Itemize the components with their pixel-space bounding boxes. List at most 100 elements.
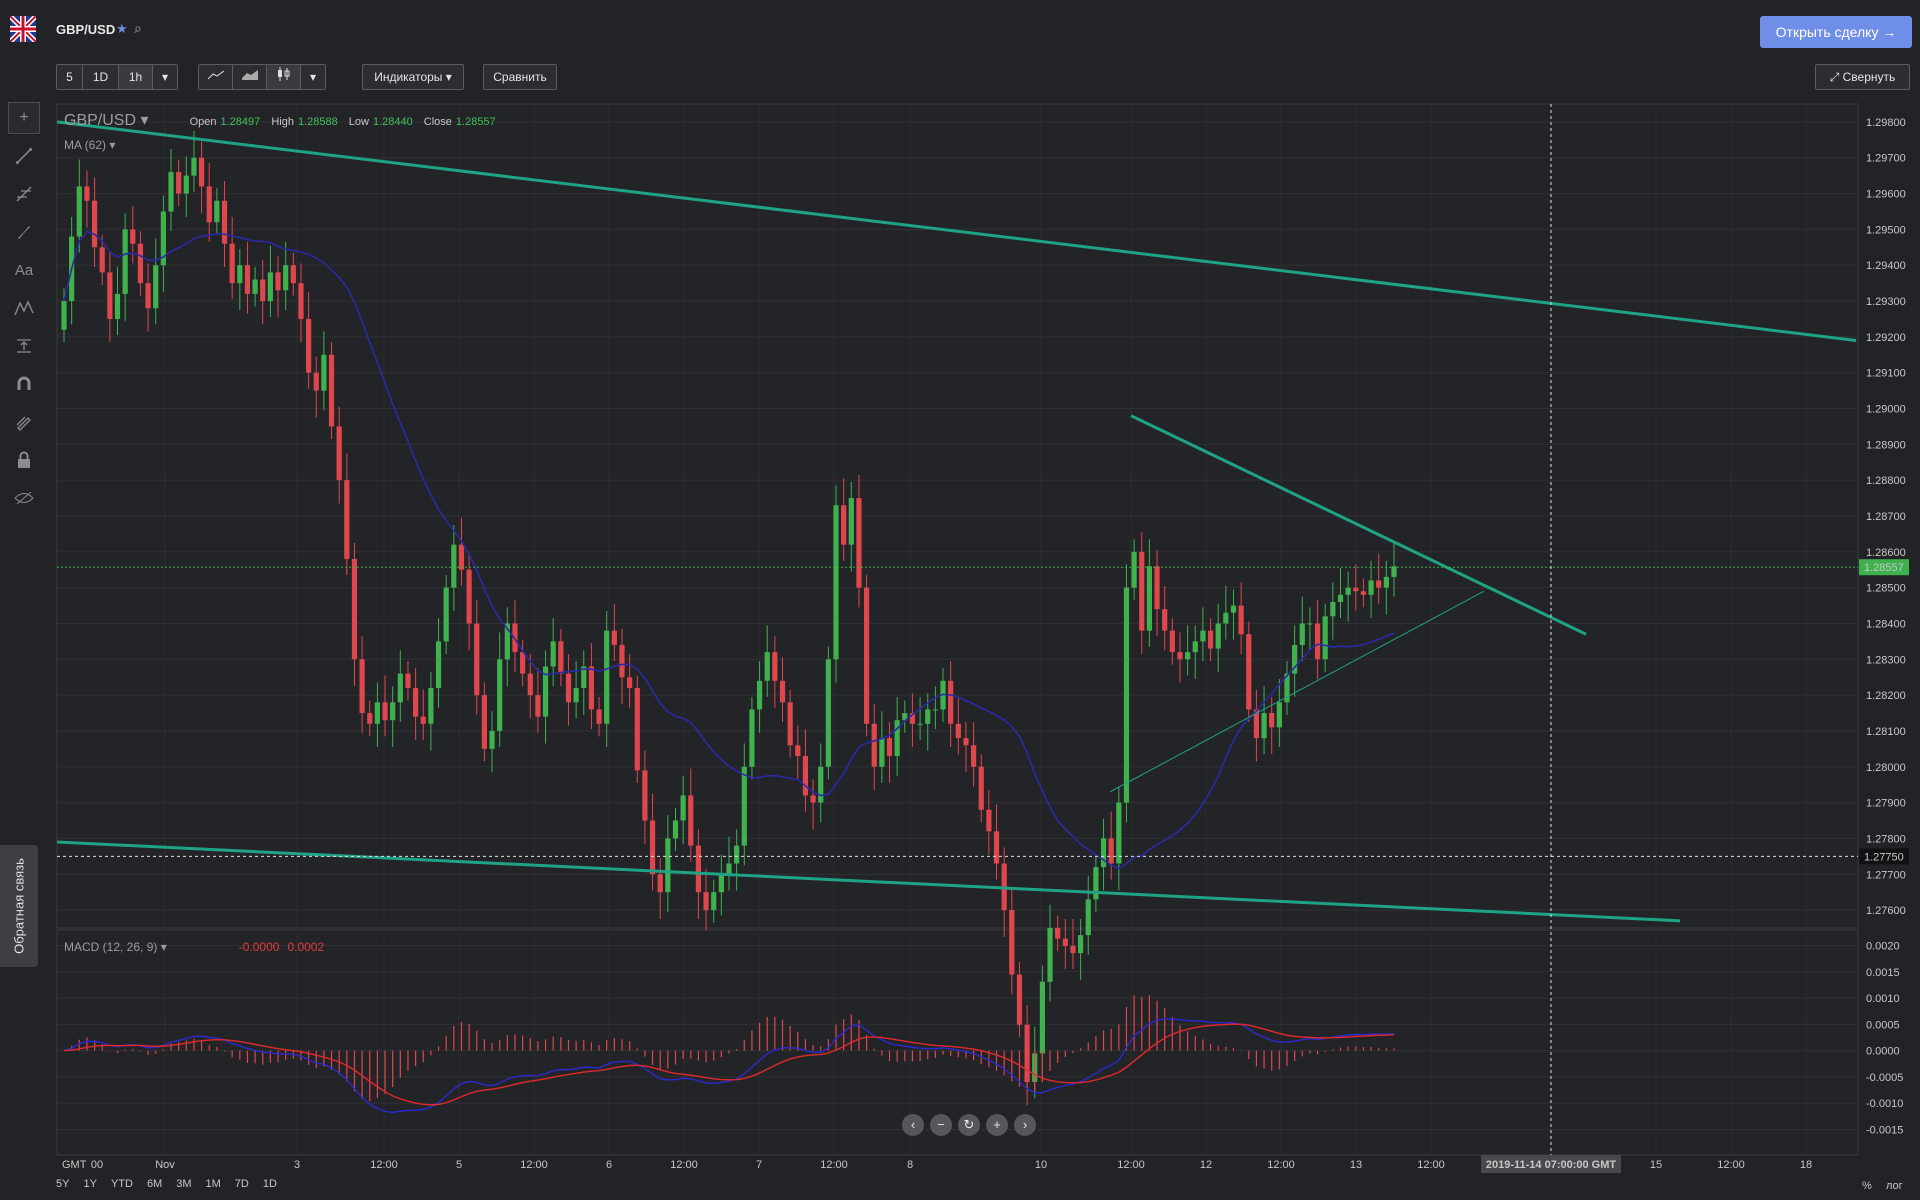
candle-body	[711, 892, 717, 911]
candle-body	[894, 720, 900, 757]
candle-body	[879, 738, 885, 767]
magnet-icon[interactable]	[8, 368, 40, 400]
legend-symbol[interactable]: GBP/USD ▾	[64, 112, 149, 129]
candle-body	[825, 659, 831, 767]
compare-button[interactable]: Сравнить	[483, 64, 557, 90]
interval-1h[interactable]: 1h	[119, 65, 153, 89]
y-tick-label: 1.28800	[1866, 475, 1906, 487]
macd-y-tick-label: 0.0005	[1866, 1019, 1900, 1031]
candle-body	[695, 845, 702, 893]
interval-dropdown[interactable]: ▾	[153, 65, 177, 89]
interval-5[interactable]: 5	[57, 65, 83, 89]
hide-drawings-icon[interactable]	[8, 482, 40, 514]
candle-body	[237, 265, 243, 284]
price-legend: GBP/USD ▾ Open 1.28497 High 1.28588 Low 1.2…	[64, 110, 496, 130]
candlestick-icon	[277, 67, 289, 81]
interval-1d[interactable]: 1D	[83, 65, 119, 89]
text-tool-icon[interactable]: Aa	[8, 254, 40, 286]
range-7d[interactable]: 7D	[235, 1178, 249, 1190]
range-1y[interactable]: 1Y	[83, 1178, 96, 1190]
candle-body	[413, 687, 419, 717]
range-ytd[interactable]: YTD	[111, 1178, 133, 1190]
candle-body	[565, 673, 572, 703]
range-5y[interactable]: 5Y	[56, 1178, 69, 1190]
high-label: High	[271, 116, 294, 128]
candle-body	[925, 709, 931, 724]
x-tick-label: 6	[606, 1159, 612, 1171]
ma-indicator-label[interactable]: MA (62) ▾	[64, 138, 115, 152]
line-chart-button[interactable]	[199, 65, 233, 89]
drawing-mode-icon[interactable]	[8, 406, 40, 438]
candle-body	[130, 229, 136, 244]
candle-body	[993, 831, 1000, 864]
candle-body	[1307, 623, 1313, 625]
chart-style-dropdown[interactable]: ▾	[301, 65, 325, 89]
candle-body	[1016, 974, 1023, 1025]
candle-body	[818, 766, 824, 803]
collapse-button[interactable]: ⤢ Свернуть	[1815, 64, 1910, 90]
log-scale-toggle[interactable]: лог	[1886, 1180, 1903, 1192]
y-tick-label: 1.27900	[1866, 798, 1906, 810]
fibonacci-tool-icon[interactable]	[8, 178, 40, 210]
measure-tool-icon[interactable]	[8, 330, 40, 362]
open-deal-button[interactable]: Открыть сделку →	[1760, 16, 1912, 48]
symbol-title[interactable]: GBP/USD	[56, 22, 115, 37]
crosshair-tool-icon[interactable]: +	[8, 102, 40, 134]
candle-body	[99, 247, 105, 273]
candle-body	[252, 279, 258, 294]
y-tick-label: 1.29000	[1866, 404, 1906, 416]
macd-y-tick-label: 0.0010	[1866, 993, 1900, 1005]
candle-body	[558, 641, 564, 674]
candle-body	[917, 723, 923, 725]
brush-tool-icon[interactable]	[8, 216, 40, 248]
candle-body	[527, 673, 533, 696]
candle-body	[1223, 612, 1229, 624]
y-tick-label: 1.28200	[1866, 690, 1906, 702]
search-icon[interactable]: ⌕	[134, 20, 142, 37]
range-3m[interactable]: 3M	[176, 1178, 191, 1190]
percent-scale-toggle[interactable]: %	[1862, 1180, 1872, 1192]
indicators-button[interactable]: Индикаторы ▾	[362, 64, 464, 90]
zoom-in-button[interactable]: +	[986, 1114, 1008, 1136]
candle-body	[1070, 945, 1076, 954]
candle-body	[1330, 601, 1336, 617]
range-1m[interactable]: 1M	[206, 1178, 221, 1190]
chart-canvas[interactable]: 1.29800 1.29700 1.29600 1.29500 1.29400 1.293…	[0, 0, 1920, 1200]
candle-body	[1383, 576, 1389, 588]
macd-indicator-label[interactable]: MACD (12, 26, 9) ▾	[64, 940, 167, 954]
range-6m[interactable]: 6M	[147, 1178, 162, 1190]
candle-body	[1353, 587, 1359, 592]
scroll-right-button[interactable]: ›	[1014, 1114, 1036, 1136]
close-label: Close	[423, 116, 452, 128]
interval-group: 5 1D 1h ▾	[56, 64, 178, 90]
x-tick-label: 18	[1800, 1159, 1812, 1171]
candle-body	[489, 730, 495, 749]
candle-body	[481, 695, 488, 749]
candle-body	[1162, 609, 1168, 631]
scroll-left-button[interactable]: ‹	[902, 1114, 924, 1136]
range-selector: 5Y 1Y YTD 6M 3M 1M 7D 1D	[56, 1178, 277, 1190]
x-tick-label: 12:00	[1417, 1159, 1445, 1171]
candle-body	[168, 172, 174, 212]
pattern-tool-icon[interactable]	[8, 292, 40, 324]
reset-button[interactable]: ↻	[958, 1114, 980, 1136]
candle-body	[244, 265, 251, 294]
lock-icon[interactable]	[8, 444, 40, 476]
macd-y-tick-label: -0.0005	[1866, 1072, 1903, 1084]
trend-line-tool-icon[interactable]	[8, 140, 40, 172]
y-tick-label: 1.28000	[1866, 762, 1906, 774]
candle-body	[367, 713, 373, 724]
candle-body	[351, 558, 358, 660]
favorite-star-icon[interactable]: ★	[116, 21, 128, 37]
candle-chart-button[interactable]	[267, 65, 301, 89]
macd-value: -0.0000	[238, 940, 280, 954]
range-1d[interactable]: 1D	[263, 1178, 277, 1190]
candle-body	[1230, 605, 1237, 613]
feedback-tab[interactable]: Обратная связь	[0, 845, 38, 967]
candle-body	[1062, 938, 1068, 946]
candle-body	[61, 301, 67, 330]
macd-signal-value: 0.0002	[287, 940, 325, 954]
candle-body	[359, 659, 365, 714]
zoom-out-button[interactable]: −	[930, 1114, 952, 1136]
area-chart-button[interactable]	[233, 65, 267, 89]
